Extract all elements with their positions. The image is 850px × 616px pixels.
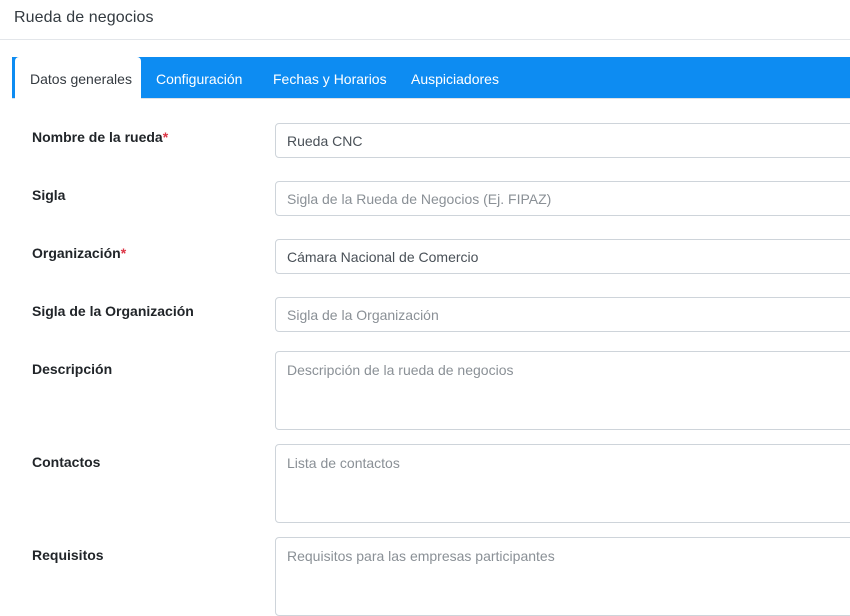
- tab-bar: Datos generales Configuración Fechas y H…: [12, 57, 850, 100]
- nombre-input[interactable]: [275, 123, 850, 158]
- requisitos-label: Requisitos: [32, 547, 104, 563]
- sigla-organizacion-label: Sigla de la Organización: [32, 303, 194, 319]
- tab-datos-generales[interactable]: Datos generales: [15, 57, 141, 100]
- requisitos-textarea[interactable]: [275, 537, 850, 616]
- organizacion-input[interactable]: [275, 239, 850, 274]
- tab-fechas-y-horarios[interactable]: Fechas y Horarios: [258, 57, 402, 99]
- page-title: Rueda de negocios: [14, 9, 154, 26]
- sigla-organizacion-input[interactable]: [275, 297, 850, 332]
- form-card: Datos generales Configuración Fechas y H…: [12, 57, 850, 616]
- contactos-textarea[interactable]: [275, 444, 850, 523]
- page-header: Rueda de negocios: [0, 0, 850, 40]
- descripcion-textarea[interactable]: [275, 351, 850, 430]
- contactos-label: Contactos: [32, 454, 101, 470]
- descripcion-label: Descripción: [32, 361, 113, 377]
- tab-auspiciadores[interactable]: Auspiciadores: [396, 57, 514, 99]
- required-mark: *: [120, 245, 127, 261]
- nombre-label: Nombre de la rueda*: [32, 129, 169, 145]
- required-mark: *: [162, 129, 169, 145]
- sigla-label: Sigla: [32, 187, 66, 203]
- organizacion-label: Organización*: [32, 245, 127, 261]
- tab-configuracion[interactable]: Configuración: [141, 57, 257, 99]
- sigla-input[interactable]: [275, 181, 850, 216]
